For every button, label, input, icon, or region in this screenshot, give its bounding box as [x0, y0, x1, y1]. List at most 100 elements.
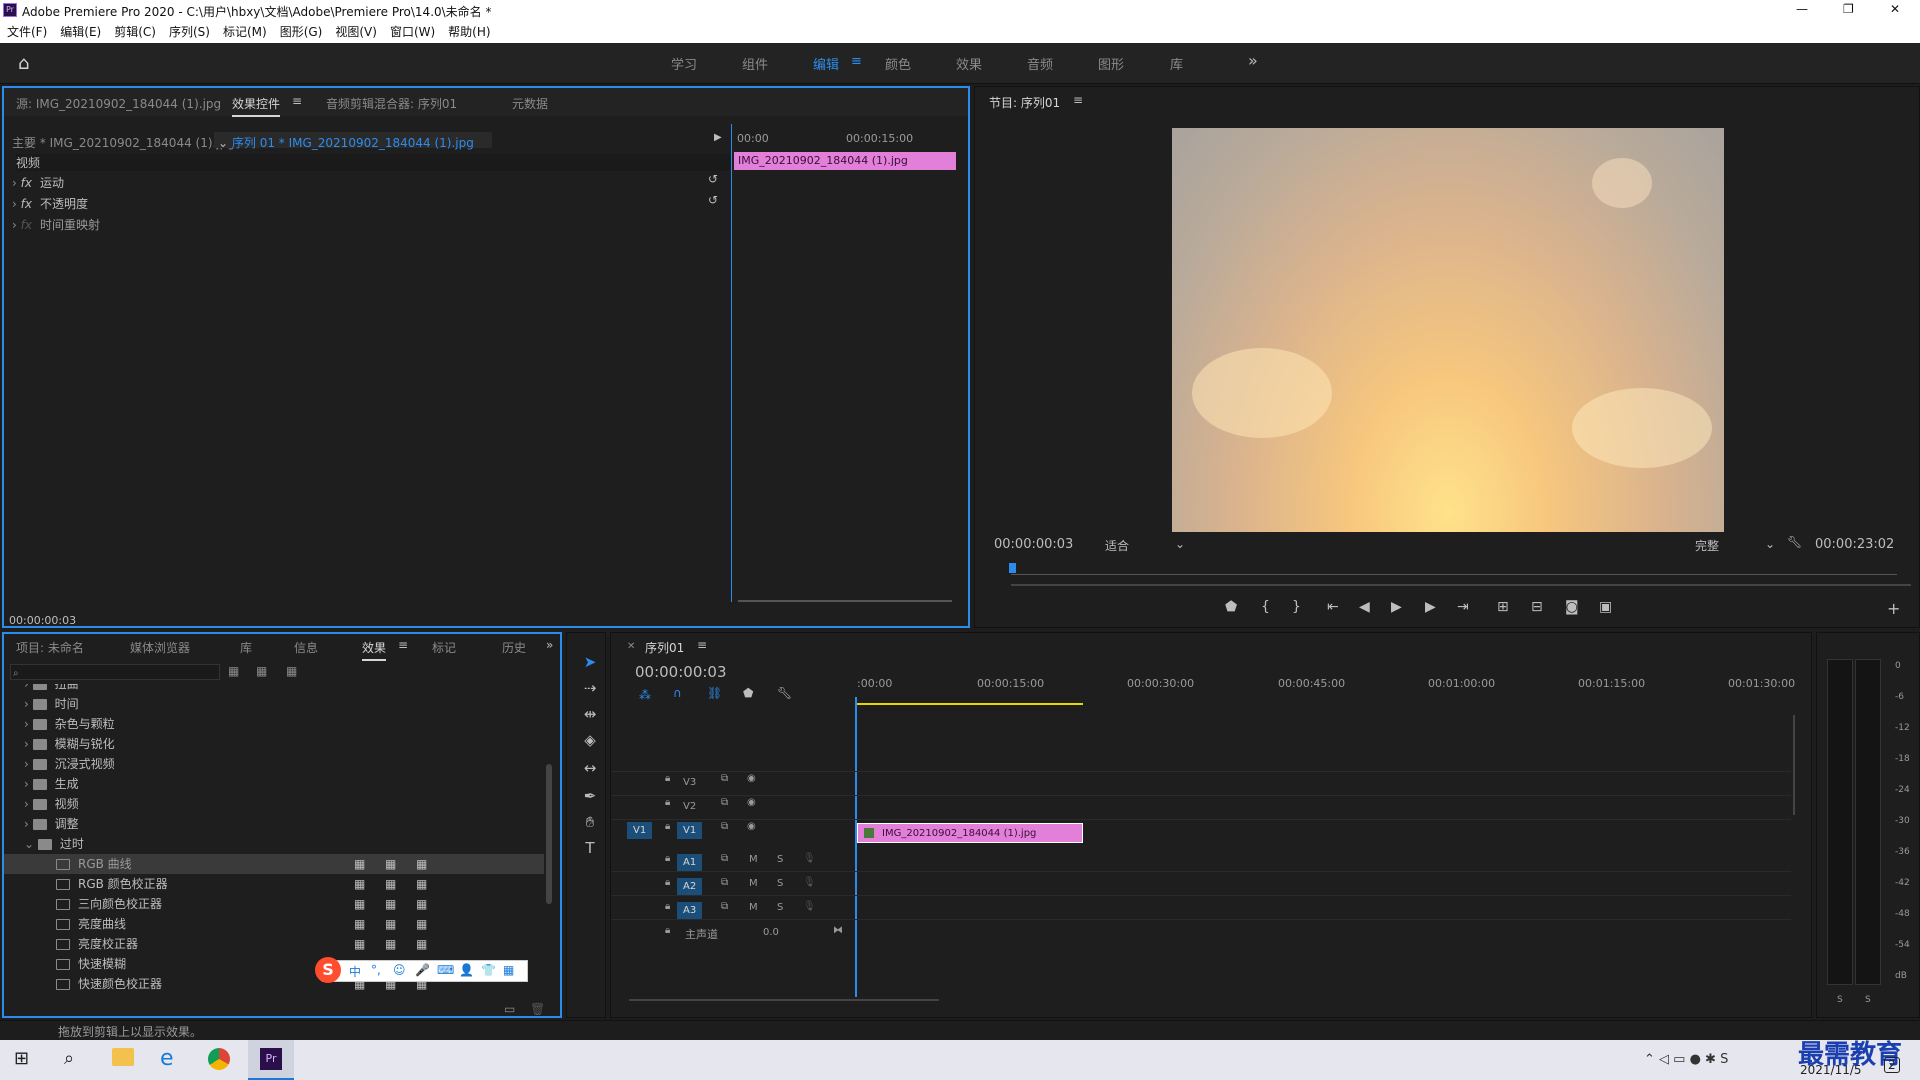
sync-icon[interactable]: ⧉ [721, 773, 728, 784]
effects-scrollbar[interactable] [546, 764, 552, 904]
master-clip-label[interactable]: 主要 * IMG_20210902_184044 (1).jpg [12, 134, 235, 151]
track-label[interactable]: A3 [677, 902, 703, 919]
ime-button[interactable]: 🎤 [415, 963, 430, 977]
lock-icon[interactable]: 🔒︎ [665, 853, 670, 864]
track-select-tool-icon[interactable]: ⇢ [580, 678, 600, 698]
program-timecode[interactable]: 00:00:00:03 [994, 537, 1073, 552]
eye-icon[interactable]: ◉ [747, 797, 756, 808]
minimize-button[interactable]: — [1796, 2, 1808, 16]
windows-start-icon[interactable]: ⊞ [14, 1048, 29, 1069]
source-panel-tab[interactable]: 源: IMG_20210902_184044 (1).jpg [16, 95, 221, 112]
chevron-right-icon[interactable]: › [24, 697, 33, 711]
timeline-clip[interactable]: IMG_20210902_184044 (1).jpg [857, 823, 1083, 843]
menu-icon[interactable]: ≡ [697, 638, 707, 652]
sync-icon[interactable]: ⧉ [721, 877, 728, 888]
effect-row[interactable]: › fx 不透明度 [12, 195, 726, 212]
menu-icon[interactable]: ≡ [851, 54, 862, 69]
master-meter-icon[interactable]: ⧓ [833, 925, 843, 936]
yuv-filter-icon[interactable]: ▦ [286, 664, 297, 678]
premiere-taskbar-icon[interactable]: Pr [248, 1040, 294, 1080]
selection-tool-icon[interactable]: ➤ [580, 652, 600, 672]
program-scrubber[interactable] [1011, 565, 1897, 575]
menu-item[interactable]: 帮助(H) [448, 25, 490, 39]
file-explorer-icon[interactable] [112, 1048, 134, 1066]
menu-item[interactable]: 编辑(E) [60, 25, 101, 39]
notification-badge[interactable]: 2 [1884, 1057, 1900, 1073]
chevron-right-icon[interactable]: › [24, 684, 33, 691]
workspace-tab[interactable]: 图形 [1098, 54, 1124, 73]
timeline-timecode[interactable]: 00:00:00:03 [635, 663, 727, 681]
chevron-right-icon[interactable]: › [24, 737, 33, 751]
menu-item[interactable]: 文件(F) [7, 25, 47, 39]
workspace-more-button[interactable]: » [1248, 51, 1258, 70]
expand-right-icon[interactable]: ▶ [714, 132, 722, 143]
compare-icon[interactable]: ▣ [1599, 599, 1612, 615]
chevron-right-icon[interactable]: › [12, 176, 21, 190]
ec-clip[interactable]: IMG_20210902_184044 (1).jpg [734, 152, 956, 170]
extract-icon[interactable]: ⊟ [1531, 599, 1543, 615]
snap-icon[interactable]: ∩ [673, 686, 682, 700]
timeline-vscroll-video[interactable] [1793, 715, 1795, 815]
delete-icon[interactable]: 🗑︎ [530, 1002, 545, 1016]
effect-folder[interactable]: › 模糊与锐化 [4, 734, 544, 754]
chevron-right-icon[interactable]: › [12, 218, 21, 232]
timeline-hscroll[interactable] [629, 999, 939, 1001]
mark-in-icon[interactable]: { [1261, 599, 1270, 615]
ime-button[interactable]: ☺ [393, 963, 406, 977]
mic-icon[interactable]: 🎙︎ [803, 877, 816, 888]
menu-item[interactable]: 剪辑(C) [114, 25, 156, 39]
project-panel-tab[interactable]: 库 [240, 639, 252, 656]
play-icon[interactable]: ▶︎ [1391, 599, 1402, 615]
restore-button[interactable]: ❐ [1843, 2, 1854, 16]
lock-icon[interactable]: 🔒︎ [665, 901, 670, 912]
lock-icon[interactable]: 🔒︎ [665, 877, 670, 888]
effect-item[interactable]: 三向颜色校正器 ▦ ▦ ▦ [4, 894, 544, 914]
effect-folder[interactable]: › 视频 [4, 794, 544, 814]
effect-folder[interactable]: ⌄ 过时 [4, 834, 544, 854]
project-panel-tab[interactable]: 历史 [502, 639, 526, 656]
track-label[interactable]: V3 [677, 774, 702, 791]
sequence-clip-dropdown[interactable]: ⌄ 序列 01 * IMG_20210902_184044 (1).jpg [214, 132, 492, 150]
effect-row[interactable]: › fx 运动 [12, 174, 726, 191]
effect-item[interactable]: 亮度曲线 ▦ ▦ ▦ [4, 914, 544, 934]
chevron-right-icon[interactable]: › [12, 197, 21, 211]
sync-icon[interactable]: ⧉ [721, 901, 728, 912]
playhead-marker[interactable] [1009, 563, 1016, 573]
source-panel-tab[interactable]: 效果控件 [232, 95, 281, 117]
sogou-logo-icon[interactable]: S [315, 957, 341, 983]
slip-tool-icon[interactable]: ↔ [580, 758, 600, 778]
mute-button[interactable]: M [749, 902, 758, 913]
menu-icon[interactable]: ≡ [398, 638, 408, 652]
new-bin-icon[interactable]: ▭ [504, 1002, 515, 1016]
workspace-tab[interactable]: 组件 [742, 54, 768, 73]
wrench-icon[interactable]: 🔧︎ [777, 686, 792, 700]
effect-folder[interactable]: › 生成 [4, 774, 544, 794]
effect-item[interactable]: RGB 曲线 ▦ ▦ ▦ [4, 854, 544, 874]
solo-button[interactable]: S [777, 878, 783, 889]
type-tool-icon[interactable]: T [580, 838, 600, 858]
menu-icon[interactable]: ≡ [1073, 93, 1083, 107]
effect-folder[interactable]: › 扭曲 [4, 684, 544, 694]
workspace-tab[interactable]: 颜色 [885, 54, 911, 73]
workspace-tab[interactable]: 学习 [671, 54, 697, 73]
source-patch-v1[interactable]: V1 [627, 822, 653, 839]
home-icon[interactable]: ⌂ [18, 53, 29, 74]
wrench-icon[interactable]: 🔧︎ [1787, 535, 1802, 549]
mic-icon[interactable]: 🎙︎ [803, 901, 816, 912]
solo-left-button[interactable]: S [1837, 995, 1843, 1005]
work-area-bar[interactable] [856, 703, 1083, 705]
chrome-icon[interactable] [208, 1048, 230, 1070]
lock-icon[interactable]: 🔒︎ [665, 797, 670, 808]
chevron-right-icon[interactable]: › [24, 777, 33, 791]
ime-button[interactable]: 👕 [481, 963, 496, 977]
ime-button[interactable]: °, [371, 963, 381, 977]
sync-icon[interactable]: ⧉ [721, 797, 728, 808]
ec-scrollbar[interactable] [738, 600, 952, 602]
step-forward-icon[interactable]: ▶︎ [1425, 599, 1436, 615]
eye-icon[interactable]: ◉ [747, 821, 756, 832]
fit-dropdown[interactable]: 适合 ⌄ [1105, 537, 1185, 554]
ime-button[interactable]: ⌨ [437, 963, 454, 977]
ime-button[interactable]: 👤 [459, 963, 474, 977]
effect-item[interactable]: RGB 颜色校正器 ▦ ▦ ▦ [4, 874, 544, 894]
track-label[interactable]: A2 [677, 878, 703, 895]
